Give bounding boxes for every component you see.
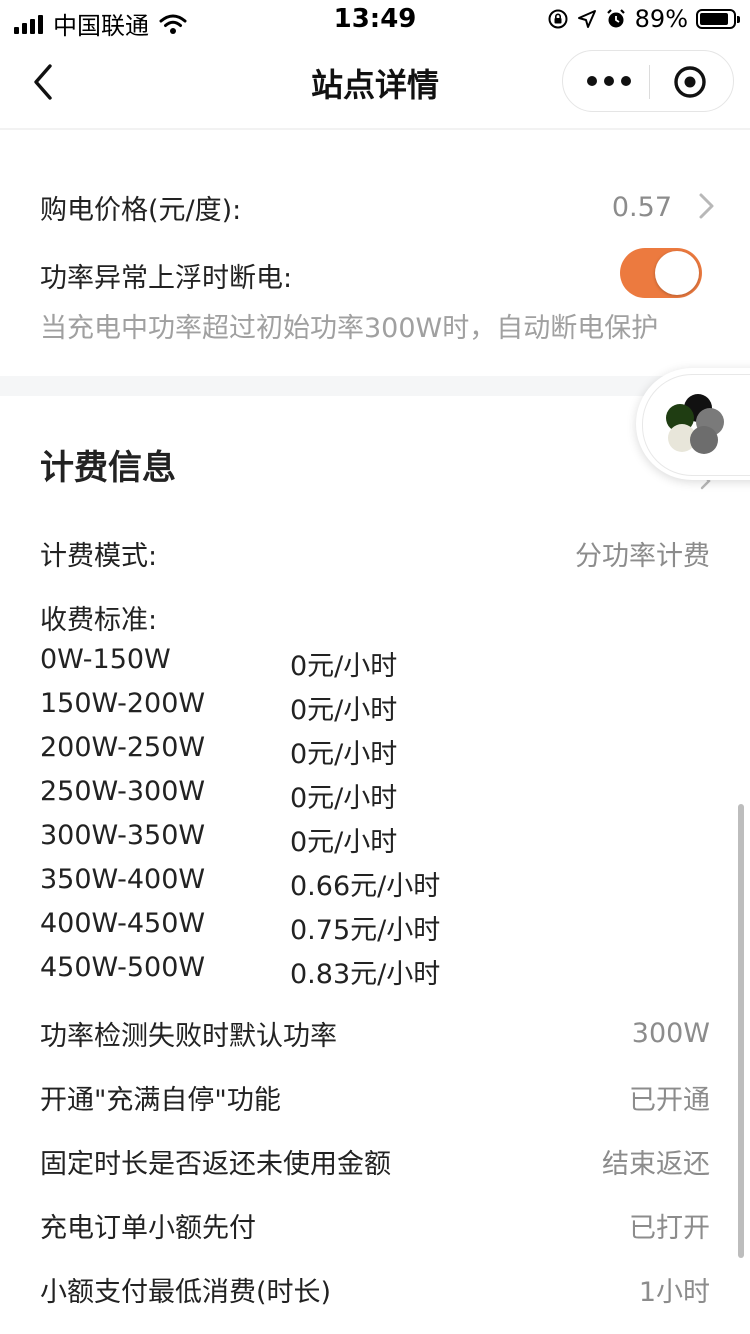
- battery-percent: 89%: [634, 5, 688, 33]
- nav-bar: 站点详情: [0, 40, 750, 130]
- tier-range: 200W-250W: [40, 732, 206, 763]
- tier-price: 0元/小时: [290, 695, 398, 726]
- refund-label: 固定时长是否返还未使用金额: [40, 1149, 391, 1180]
- scrollbar[interactable]: [738, 804, 744, 1258]
- power-cutoff-desc: 当充电中功率超过初始功率300W时，自动断电保护: [40, 313, 659, 344]
- default-power-row: 功率检测失败时默认功率 300W: [40, 1014, 710, 1053]
- tier-price: 0元/小时: [290, 827, 398, 858]
- refund-row: 固定时长是否返还未使用金额 结束返还: [40, 1142, 710, 1181]
- tier-price: 0元/小时: [290, 651, 398, 682]
- min-consumption-value: 1小时: [638, 1277, 710, 1308]
- orientation-lock-icon: [548, 9, 568, 29]
- service-logo-icon: [666, 394, 724, 454]
- battery-icon: [696, 9, 740, 29]
- min-consumption-row: 小额支付最低消费(时长) 1小时: [40, 1270, 710, 1309]
- section-divider: [0, 376, 750, 396]
- price-row[interactable]: 购电价格(元/度): 0.57: [40, 188, 710, 227]
- target-close-icon[interactable]: [673, 65, 707, 99]
- billing-mode-row: 计费模式: 分功率计费: [40, 534, 710, 573]
- auto-stop-value: 已开通: [629, 1085, 710, 1116]
- tier-price: 0元/小时: [290, 783, 398, 814]
- capsule-divider: [649, 65, 650, 99]
- mini-program-capsule: [562, 50, 734, 112]
- location-icon: [577, 10, 596, 28]
- tier-price: 0元/小时: [290, 739, 398, 770]
- battery-fill: [700, 13, 728, 25]
- prepay-row: 充电订单小额先付 已打开: [40, 1206, 710, 1245]
- alarm-icon: [606, 9, 625, 28]
- billing-standard-label: 收费标准:: [40, 605, 158, 636]
- price-label: 购电价格(元/度):: [40, 195, 242, 226]
- prepay-value: 已打开: [629, 1213, 710, 1244]
- default-power-value: 300W: [631, 1018, 710, 1049]
- tier-range: 450W-500W: [40, 952, 206, 983]
- more-dots-icon[interactable]: [587, 71, 631, 91]
- power-cutoff-row: 功率异常上浮时断电:: [40, 256, 710, 295]
- tier-range: 300W-350W: [40, 820, 206, 851]
- tier-price: 0.66元/小时: [290, 871, 441, 902]
- tier-price: 0.75元/小时: [290, 915, 441, 946]
- tier-range: 0W-150W: [40, 644, 171, 675]
- status-right: 89%: [547, 5, 740, 33]
- price-value: 0.57: [611, 192, 672, 223]
- tier-range: 250W-300W: [40, 776, 206, 807]
- power-cutoff-toggle[interactable]: [620, 248, 702, 298]
- tier-range: 350W-400W: [40, 864, 206, 895]
- billing-title: 计费信息: [40, 448, 176, 488]
- toggle-knob: [655, 251, 699, 295]
- billing-mode-value: 分功率计费: [575, 541, 710, 572]
- auto-stop-row: 开通"充满自停"功能 已开通: [40, 1078, 710, 1117]
- billing-standard-row: 收费标准:: [40, 598, 710, 637]
- default-power-label: 功率检测失败时默认功率: [40, 1021, 337, 1052]
- refund-value: 结束返还: [602, 1149, 710, 1180]
- status-bar: 中国联通 13:49 89%: [0, 0, 750, 40]
- tier-range: 400W-450W: [40, 908, 206, 939]
- billing-mode-label: 计费模式:: [40, 541, 158, 572]
- power-cutoff-label: 功率异常上浮时断电:: [40, 263, 293, 294]
- tier-range: 150W-200W: [40, 688, 206, 719]
- floating-service-widget[interactable]: [636, 368, 750, 480]
- auto-stop-label: 开通"充满自停"功能: [40, 1085, 281, 1116]
- tier-price: 0.83元/小时: [290, 959, 441, 990]
- min-consumption-label: 小额支付最低消费(时长): [40, 1277, 332, 1308]
- chevron-right-icon[interactable]: [698, 192, 716, 220]
- prepay-label: 充电订单小额先付: [40, 1213, 256, 1244]
